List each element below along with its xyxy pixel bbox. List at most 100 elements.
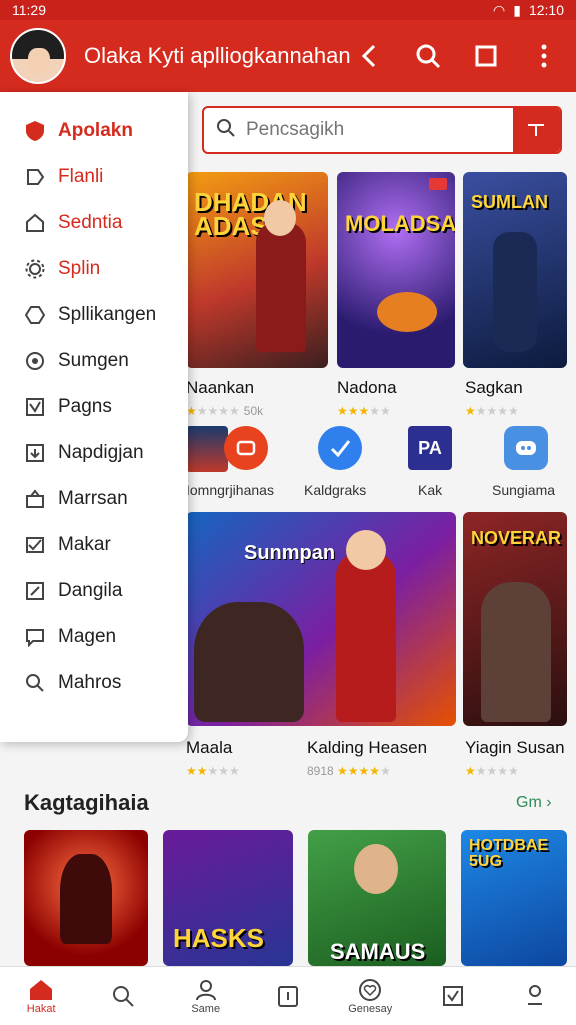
search-icon <box>24 672 46 694</box>
hexagon-icon <box>24 304 46 326</box>
edit-icon <box>24 580 46 602</box>
card-cover-title: HASKS <box>173 923 265 953</box>
app-icon-pa[interactable]: PA <box>408 426 452 470</box>
avatar[interactable] <box>10 28 66 84</box>
circle-icon <box>24 350 46 372</box>
app-bar: Olaka Kyti aplliogkannahan <box>0 20 576 92</box>
app-icon-blue-check[interactable] <box>318 426 362 470</box>
search-icon <box>216 118 236 143</box>
bottom-card-3[interactable]: SAMAUS <box>308 830 446 966</box>
bottom-card-4[interactable]: HOTDBAE 5UG <box>461 830 567 966</box>
card-cover-title: Sunmpan <box>244 542 336 564</box>
app-icon-orange[interactable] <box>224 426 268 470</box>
see-more-link[interactable]: Gm › <box>516 794 552 812</box>
drawer-item-dangila[interactable]: Dangila <box>0 568 188 614</box>
checkbox-icon <box>24 396 46 418</box>
search-button[interactable] <box>414 42 442 70</box>
rating-stars: ★★★★★ <box>186 764 240 778</box>
search-input[interactable] <box>244 118 513 142</box>
drawer-item-splin[interactable]: Splin <box>0 246 188 292</box>
search-submit-button[interactable] <box>512 108 560 152</box>
page-title: Olaka Kyti aplliogkannahan <box>84 43 351 68</box>
gear-icon <box>24 258 46 280</box>
window-button[interactable] <box>472 42 500 70</box>
card-cover-title: SUMLAN <box>471 192 548 212</box>
status-time: 11:29 <box>12 2 46 18</box>
nav-home[interactable]: Hakat <box>6 977 76 1015</box>
drawer-item-magen[interactable]: Magen <box>0 614 188 660</box>
status-clock: 12:10 <box>528 2 564 18</box>
navigation-drawer: Apolakn Flanli Sedntia Splin Spllikangen… <box>0 92 188 742</box>
nav-tasks[interactable] <box>418 983 488 1009</box>
wifi-icon: ◠ <box>493 1 506 18</box>
big-card-1[interactable]: Sunmpan <box>186 512 456 726</box>
big-title-1: Maala <box>186 738 233 757</box>
drawer-item-napdigjan[interactable]: Napdigjan <box>0 430 188 476</box>
search-bar <box>202 106 562 154</box>
shield-icon <box>24 120 46 142</box>
heart-icon <box>358 977 382 1003</box>
big-title-2: Kalding Heasen <box>307 738 428 757</box>
drawer-item-sumgen[interactable]: Sumgen <box>0 338 188 384</box>
drawer-item-apolakn[interactable]: Apolakn <box>0 108 188 154</box>
featured-title-1: Naankan <box>186 378 255 397</box>
status-bar: 11:29 ◠ ▮ 12:10 <box>0 0 576 20</box>
clipboard-icon <box>277 983 299 1009</box>
rating-stars: 8918 ★★★★★ <box>307 764 391 778</box>
card-cover-title: NOVERAR <box>471 528 562 548</box>
bottom-card-2[interactable]: HASKS <box>163 830 293 966</box>
big-title-3: Yiagin Susan <box>465 738 565 757</box>
bottom-nav: Hakat Same Genesay <box>0 966 576 1025</box>
filter-icon <box>528 124 545 136</box>
refresh-icon <box>236 440 256 456</box>
drawer-item-sedntia[interactable]: Sedntia <box>0 200 188 246</box>
section-title: Kagtagihaia <box>24 790 149 815</box>
bag-icon <box>24 488 46 510</box>
featured-card-3[interactable]: SUMLAN <box>463 172 567 368</box>
app-icon-chat[interactable] <box>504 426 548 470</box>
app-label-2: Kaldgraks <box>304 482 367 498</box>
rating-stars: ★★★★★ <box>465 764 519 778</box>
chat-icon <box>24 626 46 648</box>
checkbox-icon <box>442 983 464 1009</box>
drawer-item-makar[interactable]: Makar <box>0 522 188 568</box>
rating-stars: ★★★★★ <box>465 404 519 418</box>
bottom-card-1[interactable] <box>24 830 148 966</box>
card-cover-title: HOTDBAE 5UG <box>469 837 549 870</box>
drawer-item-pagns[interactable]: Pagns <box>0 384 188 430</box>
nav-profile[interactable] <box>500 983 570 1009</box>
nav-clipboard[interactable] <box>253 983 323 1009</box>
big-card-2[interactable]: NOVERAR <box>463 512 567 726</box>
drawer-item-flanli[interactable]: Flanli <box>0 154 188 200</box>
more-button[interactable] <box>530 42 558 70</box>
featured-title-3: Sagkan <box>465 378 523 397</box>
rating-stars: ★★★★★ 50k <box>186 404 264 418</box>
chat-bubble-icon <box>516 441 536 455</box>
nav-same[interactable]: Same <box>171 977 241 1015</box>
nav-genesay[interactable]: Genesay <box>335 977 405 1015</box>
featured-card-1[interactable]: DHADAN ADAS <box>186 172 328 368</box>
chevron-left-icon <box>361 44 376 68</box>
featured-card-2[interactable]: MOLADSA <box>337 172 455 368</box>
profile-icon <box>524 983 546 1009</box>
app-label-1: Iomngrjihanas <box>186 482 274 498</box>
back-button[interactable] <box>356 42 384 70</box>
nav-search[interactable] <box>88 983 158 1009</box>
check-icon <box>330 440 351 458</box>
tag-icon <box>24 166 46 188</box>
drawer-item-spllikangen[interactable]: Spllikangen <box>0 292 188 338</box>
card-cover-title: SAMAUS <box>330 939 426 964</box>
app-label-4: Sungiama <box>492 482 556 498</box>
app-label-3: Kak <box>418 482 443 498</box>
drawer-item-marrsan[interactable]: Marrsan <box>0 476 188 522</box>
rating-stars: ★★★★★ <box>337 404 391 418</box>
download-icon <box>24 442 46 464</box>
signal-icon: ▮ <box>513 1 521 18</box>
card-cover-title: MOLADSA <box>345 211 455 236</box>
search-icon <box>416 44 441 69</box>
more-vert-icon <box>541 44 547 68</box>
drawer-item-mahros[interactable]: Mahros <box>0 660 188 706</box>
person-icon <box>194 977 218 1003</box>
app-thumb[interactable] <box>186 426 228 472</box>
square-icon <box>475 45 497 67</box>
